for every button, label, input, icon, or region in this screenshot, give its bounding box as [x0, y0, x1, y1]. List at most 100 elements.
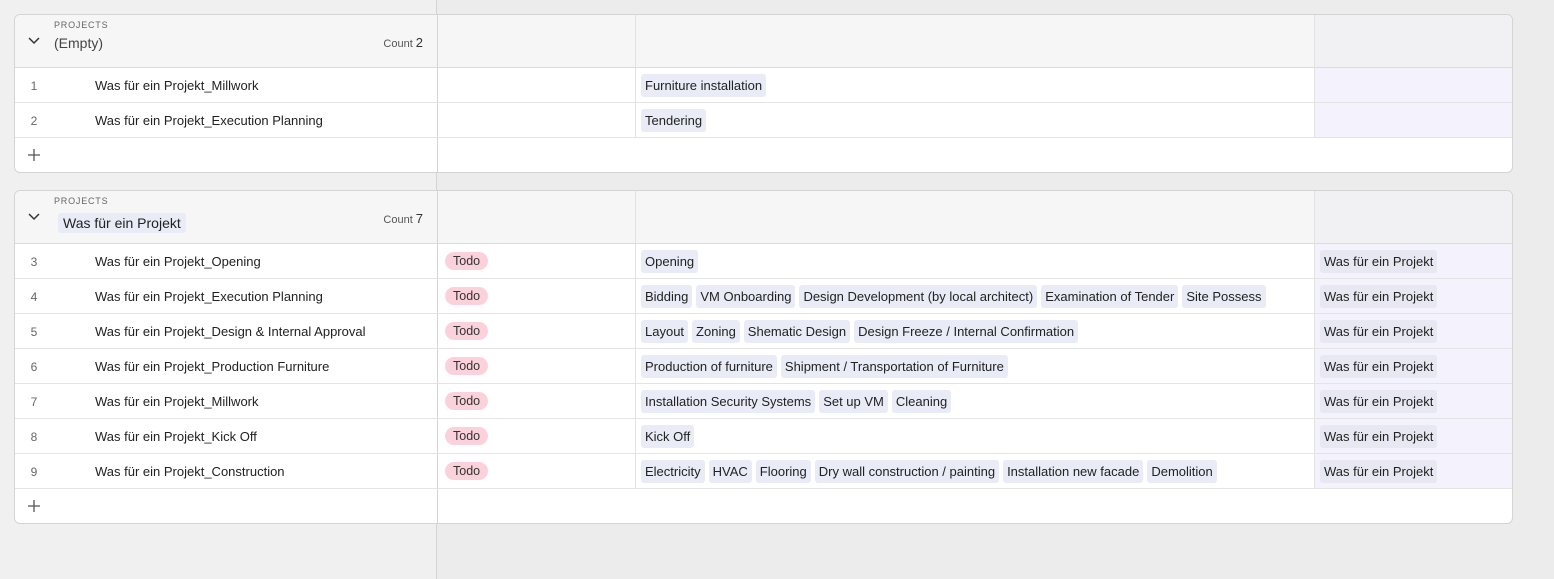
tag-chip: Zoning: [692, 320, 740, 343]
chevron-down-icon[interactable]: [27, 209, 41, 223]
add-record-row[interactable]: [15, 489, 1512, 523]
tags-cell[interactable]: Bidding VM Onboarding Design Development (…: [641, 285, 1314, 309]
row-number: 8: [30, 430, 38, 444]
column-divider: [1314, 15, 1315, 67]
column-divider: [635, 191, 636, 243]
group-value: Was für ein Projekt: [58, 213, 186, 233]
count-value: 2: [415, 35, 423, 50]
row-number: 7: [30, 395, 38, 409]
tags-cell[interactable]: Opening: [641, 250, 1314, 274]
status-badge[interactable]: Todo: [445, 462, 489, 480]
tag-chip: Production of furniture: [641, 355, 777, 378]
row-number: 5: [30, 325, 38, 339]
record-name-cell[interactable]: Was für ein Projekt_Design & Internal Ap…: [95, 324, 366, 339]
column-divider: [635, 15, 636, 67]
tag-chip: Bidding: [641, 285, 693, 308]
tag-chip: Layout: [641, 320, 689, 343]
tag-chip: Design Freeze / Internal Confirmation: [854, 320, 1079, 343]
column-divider: [635, 419, 636, 453]
column-divider: [1314, 419, 1315, 453]
tags-cell[interactable]: Installation Security Systems Set up VM Cl…: [641, 390, 1314, 414]
row-number: 3: [30, 255, 38, 269]
column-divider: [1314, 279, 1315, 313]
row-number: 9: [30, 465, 38, 479]
tags-cell[interactable]: Furniture installation: [641, 74, 1314, 98]
record-name-cell[interactable]: Was für ein Projekt_Millwork: [95, 78, 259, 93]
record-name-cell[interactable]: Was für ein Projekt_Construction: [95, 464, 285, 479]
add-record-row[interactable]: [15, 138, 1512, 172]
table-row[interactable]: 3 Was für ein Projekt_Opening Todo Opening W…: [15, 244, 1512, 279]
status-badge[interactable]: Todo: [445, 392, 489, 410]
tag-chip: Demolition: [1147, 460, 1217, 483]
column-divider: [635, 314, 636, 348]
table-row[interactable]: 6 Was für ein Projekt_Production Furnitur…: [15, 349, 1512, 384]
column-divider: [1314, 244, 1315, 278]
tag-chip: Site Possess: [1182, 285, 1266, 308]
tag-chip: Examination of Tender: [1041, 285, 1179, 308]
status-badge[interactable]: Todo: [445, 322, 489, 340]
count-value: 7: [415, 211, 423, 226]
tag-chip: Set up VM: [819, 390, 888, 413]
group-value: (Empty): [54, 35, 103, 51]
tag-chip: Shipment / Transportation of Furniture: [780, 355, 1008, 378]
table-row[interactable]: 9 Was für ein Projekt_Construction Todo Ele…: [15, 454, 1512, 489]
status-badge[interactable]: Todo: [445, 427, 489, 445]
lookup-chip: Was für ein Projekt: [1320, 390, 1438, 413]
row-number: 6: [30, 360, 38, 374]
table-row[interactable]: 1 Was für ein Projekt_Millwork Furniture i…: [15, 68, 1512, 103]
column-divider: [437, 279, 438, 313]
table-row[interactable]: 8 Was für ein Projekt_Kick Off Todo Kick Of…: [15, 419, 1512, 454]
column-divider: [1314, 384, 1315, 418]
tags-cell[interactable]: Kick Off: [641, 425, 1314, 449]
group-header[interactable]: PROJECTS (Empty) Count 2: [15, 15, 1512, 68]
row-number: 1: [30, 79, 38, 93]
record-name-cell[interactable]: Was für ein Projekt_Kick Off: [95, 429, 257, 444]
table-row[interactable]: 2 Was für ein Projekt_Execution Planning T…: [15, 103, 1512, 138]
lookup-column-bg: [1315, 103, 1512, 137]
chevron-down-icon[interactable]: [27, 33, 41, 47]
tag-chip: HVAC: [708, 460, 752, 483]
tags-cell[interactable]: Electricity HVAC Flooring Dry wall construc…: [641, 460, 1314, 484]
lookup-chip: Was für ein Projekt: [1320, 285, 1438, 308]
table-row[interactable]: 4 Was für ein Projekt_Execution Planning T…: [15, 279, 1512, 314]
tags-cell[interactable]: Tendering: [641, 109, 1314, 133]
column-divider: [635, 384, 636, 418]
status-badge[interactable]: Todo: [445, 357, 489, 375]
lookup-chip: Was für ein Projekt: [1320, 355, 1438, 378]
column-divider: [437, 349, 438, 383]
record-group: PROJECTS Was für ein Projekt Count 7 3 Was fü…: [14, 190, 1513, 524]
table-row[interactable]: 5 Was für ein Projekt_Design & Internal A…: [15, 314, 1512, 349]
plus-icon[interactable]: [27, 148, 41, 162]
record-group: PROJECTS (Empty) Count 2 1 Was für ein Projek…: [14, 14, 1513, 173]
column-divider: [437, 489, 438, 523]
record-name-cell[interactable]: Was für ein Projekt_Execution Planning: [95, 113, 323, 128]
status-badge[interactable]: Todo: [445, 287, 489, 305]
record-name-cell[interactable]: Was für ein Projekt_Opening: [95, 254, 261, 269]
plus-icon[interactable]: [27, 499, 41, 513]
table-row[interactable]: 7 Was für ein Projekt_Millwork Todo Install…: [15, 384, 1512, 419]
column-divider: [1314, 349, 1315, 383]
column-divider: [437, 384, 438, 418]
record-name-cell[interactable]: Was für ein Projekt_Execution Planning: [95, 289, 323, 304]
tag-chip: Opening: [641, 250, 699, 273]
column-divider: [437, 454, 438, 488]
status-badge[interactable]: Todo: [445, 252, 489, 270]
column-divider: [1314, 314, 1315, 348]
tag-chip: Tendering: [641, 109, 707, 132]
column-divider: [437, 314, 438, 348]
tag-chip: Cleaning: [891, 390, 952, 413]
tag-chip: Dry wall construction / painting: [814, 460, 1000, 483]
tag-chip: Shematic Design: [743, 320, 851, 343]
group-header[interactable]: PROJECTS Was für ein Projekt Count 7: [15, 191, 1512, 244]
column-divider: [1314, 103, 1315, 137]
group-field-name: PROJECTS: [54, 20, 109, 30]
tags-cell[interactable]: Production of furniture Shipment / Transp…: [641, 355, 1314, 379]
column-divider: [437, 419, 438, 453]
tags-cell[interactable]: Layout Zoning Shematic Design Design Freeze…: [641, 320, 1314, 344]
record-name-cell[interactable]: Was für ein Projekt_Production Furniture: [95, 359, 329, 374]
count-label: Count: [383, 38, 413, 50]
group-count: Count 7: [343, 211, 423, 226]
record-name-cell[interactable]: Was für ein Projekt_Millwork: [95, 394, 259, 409]
column-divider: [635, 279, 636, 313]
tag-chip: VM Onboarding: [696, 285, 796, 308]
